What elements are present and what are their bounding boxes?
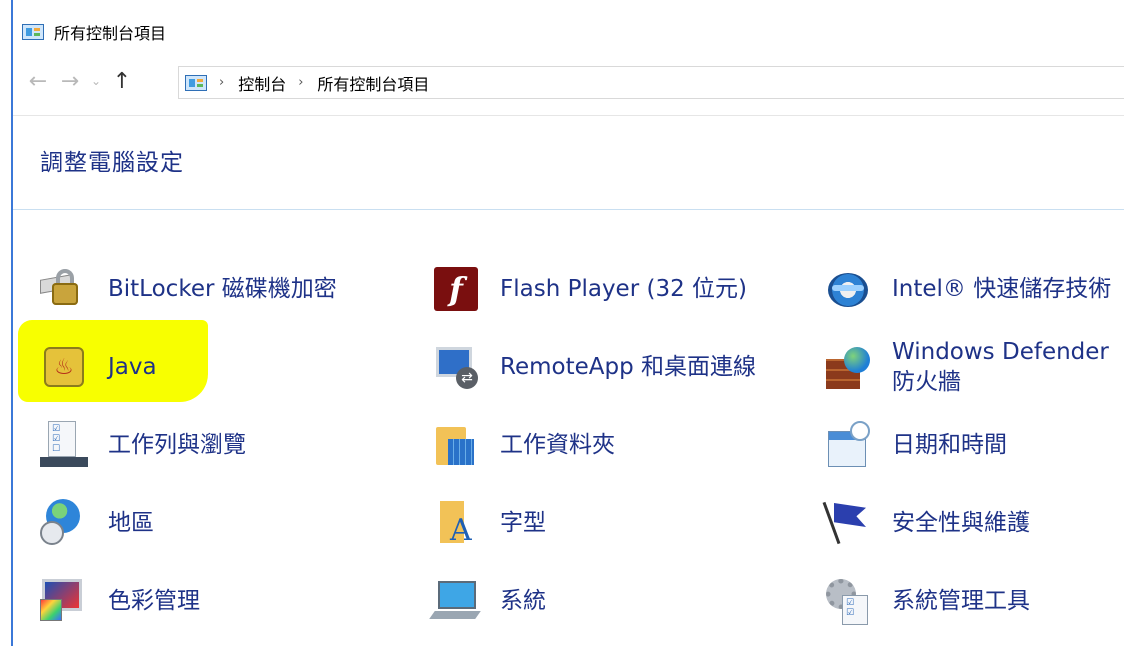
item-java[interactable]: ♨ Java: [38, 337, 157, 397]
chevron-right-icon: ›: [219, 75, 225, 90]
security-maintenance-icon: [822, 497, 874, 549]
color-management-icon: [38, 575, 90, 627]
item-label[interactable]: Windows Defender 防火牆: [892, 337, 1122, 397]
system-icon: [429, 575, 482, 627]
bitlocker-icon: [38, 263, 90, 315]
java-icon: ♨: [38, 341, 90, 393]
item-taskbar[interactable]: 工作列與瀏覽: [38, 415, 246, 475]
chevron-right-icon: ›: [298, 75, 304, 90]
item-label[interactable]: BitLocker 磁碟機加密: [108, 274, 337, 304]
item-fonts[interactable]: A 字型: [430, 493, 546, 553]
admin-tools-icon: [822, 575, 874, 627]
item-work-folders[interactable]: 工作資料夾: [430, 415, 615, 475]
title-bar: 所有控制台項目: [22, 18, 166, 46]
item-label[interactable]: 安全性與維護: [892, 508, 1030, 538]
item-intel-rst[interactable]: Intel® 快速儲存技術: [822, 259, 1111, 319]
item-label[interactable]: 日期和時間: [892, 430, 1007, 460]
item-security-maintenance[interactable]: 安全性與維護: [822, 493, 1030, 553]
intel-rst-icon: [822, 263, 874, 315]
breadcrumb-all-items[interactable]: 所有控制台項目: [317, 71, 429, 95]
item-label[interactable]: 字型: [500, 508, 546, 538]
item-label[interactable]: Intel® 快速儲存技術: [892, 274, 1111, 304]
back-arrow-icon[interactable]: ←: [22, 65, 54, 97]
item-system[interactable]: 系統: [429, 571, 546, 631]
item-color-management[interactable]: 色彩管理: [38, 571, 200, 631]
item-remoteapp[interactable]: ⇄ RemoteApp 和桌面連線: [430, 337, 756, 397]
control-panel-icon: [22, 24, 44, 40]
item-date-time[interactable]: 日期和時間: [822, 415, 1007, 475]
item-label[interactable]: 地區: [108, 508, 154, 538]
region-icon: [38, 497, 90, 549]
item-label[interactable]: 色彩管理: [108, 586, 200, 616]
control-panel-icon: [185, 74, 207, 91]
divider: [13, 209, 1124, 210]
address-bar[interactable]: › 控制台 › 所有控制台項目: [178, 66, 1124, 99]
item-firewall[interactable]: Windows Defender 防火牆: [822, 337, 1122, 397]
item-label[interactable]: 系統: [500, 586, 546, 616]
item-label[interactable]: 工作資料夾: [500, 430, 615, 460]
chevron-down-icon[interactable]: ⌄: [86, 65, 106, 97]
page-title: 調整電腦設定: [40, 150, 184, 176]
taskbar-icon: [38, 419, 90, 471]
item-label[interactable]: 系統管理工具: [892, 586, 1030, 616]
navigation-bar: ← → ⌄ ↑: [22, 62, 138, 100]
firewall-icon: [822, 343, 874, 395]
forward-arrow-icon[interactable]: →: [54, 65, 86, 97]
breadcrumb-control-panel[interactable]: 控制台: [238, 71, 286, 95]
flash-player-icon: f: [430, 263, 482, 315]
work-folders-icon: [430, 419, 482, 471]
item-label[interactable]: 工作列與瀏覽: [108, 430, 246, 460]
item-region[interactable]: 地區: [38, 493, 154, 553]
window-title: 所有控制台項目: [54, 24, 167, 43]
date-time-icon: [822, 419, 874, 471]
window-left-border: [11, 0, 13, 646]
item-label[interactable]: Java: [108, 352, 157, 382]
item-bitlocker[interactable]: BitLocker 磁碟機加密: [38, 259, 337, 319]
remoteapp-icon: ⇄: [430, 341, 482, 393]
item-label[interactable]: RemoteApp 和桌面連線: [500, 352, 756, 382]
item-admin-tools[interactable]: 系統管理工具: [822, 571, 1030, 631]
fonts-icon: A: [430, 497, 482, 549]
up-arrow-icon[interactable]: ↑: [106, 65, 138, 97]
divider: [13, 115, 1124, 116]
item-flash-player[interactable]: f Flash Player (32 位元): [430, 259, 747, 319]
item-label[interactable]: Flash Player (32 位元): [500, 274, 747, 304]
